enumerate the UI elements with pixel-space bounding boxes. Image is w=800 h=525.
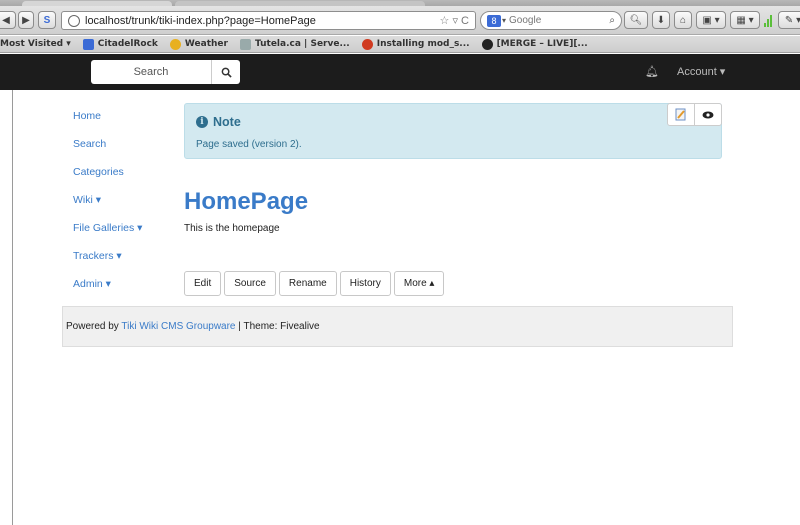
bookmark-label: Weather	[184, 39, 228, 49]
weather-icon	[169, 38, 181, 50]
home-button[interactable]: ⌂	[674, 11, 692, 29]
bookmark-item[interactable]: Tutela.ca | Serve...	[239, 38, 350, 50]
note-message: Page saved (version 2).	[196, 139, 302, 150]
github-icon	[481, 38, 493, 50]
sidebar-item-wiki[interactable]: Wiki ▾	[73, 194, 101, 206]
sidebar-item-home[interactable]: Home	[73, 110, 101, 122]
star-reload-icons[interactable]: ☆ ▿ C	[440, 14, 469, 27]
watch-button[interactable]	[694, 103, 722, 126]
google-icon: 8	[487, 14, 501, 27]
window-edge	[12, 54, 13, 525]
eye-icon	[702, 111, 714, 118]
chevron-down-icon: ▾	[502, 16, 507, 25]
note-title: Note	[213, 115, 241, 129]
page-title: HomePage	[184, 188, 309, 215]
note-alert: i Note Page saved (version 2).	[184, 103, 722, 159]
search-go-button[interactable]: 🔍︎	[624, 11, 648, 29]
magnifier-icon: 🔍︎	[629, 14, 643, 26]
screen-icon: ▣ ▾	[702, 14, 720, 26]
s-logo-icon: S	[43, 14, 51, 26]
bookmark-label: Most Visited ▾	[0, 39, 71, 49]
search-placeholder: Google	[509, 15, 542, 26]
sidebar-item-trackers[interactable]: Trackers ▾	[73, 250, 122, 262]
citadel-icon	[82, 38, 94, 50]
url-bar[interactable]: localhost/trunk/tiki-index.php?page=Home…	[61, 11, 476, 30]
more-button[interactable]: More ▴	[393, 271, 445, 296]
feather-icon	[361, 38, 373, 50]
bookmark-label: [MERGE – LIVE][...	[496, 39, 588, 49]
page-actions: Edit Source Rename History More ▴	[184, 271, 445, 296]
tiki-link[interactable]: Tiki Wiki CMS Groupware	[121, 321, 235, 332]
bookmarks-bar: Most Visited ▾ CitadelRock Weather Tutel…	[0, 36, 800, 53]
forward-button[interactable]: ▶	[18, 11, 34, 29]
globe-icon	[68, 14, 80, 27]
footer-text: Powered by Tiki Wiki CMS Groupware | The…	[66, 321, 320, 332]
menu-button[interactable]: ✎ ▾	[778, 11, 800, 29]
extension-button[interactable]: ▦ ▾	[730, 11, 760, 29]
history-button[interactable]: History	[339, 271, 391, 296]
rename-button[interactable]: Rename	[278, 271, 337, 296]
site-search-input[interactable]: Search	[91, 60, 211, 84]
edit-button[interactable]: Edit	[184, 271, 222, 296]
site-identity-button[interactable]: S	[38, 11, 56, 29]
sidebar-item-file-galleries[interactable]: File Galleries ▾	[73, 222, 142, 234]
back-arrow-icon: ◀	[2, 14, 10, 26]
signal-icon	[764, 13, 774, 27]
footer-prefix: Powered by	[66, 321, 122, 332]
footer-suffix: | Theme: Fivealive	[235, 321, 320, 332]
account-menu[interactable]: Account ▾	[677, 65, 725, 78]
edit-page-icon-button[interactable]	[667, 103, 695, 126]
forward-arrow-icon: ▶	[22, 14, 30, 26]
download-icon: ⬇	[656, 14, 666, 26]
grid-icon: ▦ ▾	[736, 14, 754, 26]
tutela-icon	[239, 38, 251, 50]
search-icon	[221, 67, 232, 78]
info-icon: i	[196, 116, 208, 128]
note-heading: i Note	[196, 115, 241, 129]
bookmark-item[interactable]: [MERGE – LIVE][...	[481, 38, 588, 50]
home-icon: ⌂	[679, 14, 687, 26]
bookmark-item[interactable]: Most Visited ▾	[0, 39, 71, 49]
bookmark-label: Installing mod_s...	[376, 39, 470, 49]
footer: Powered by Tiki Wiki CMS Groupware | The…	[62, 306, 733, 347]
sidebar-item-categories[interactable]: Categories	[73, 166, 124, 178]
edit-page-icon	[675, 108, 686, 121]
extension-button[interactable]: ▣ ▾	[696, 11, 726, 29]
menu-icon: ✎ ▾	[784, 14, 800, 26]
source-button[interactable]: Source	[224, 271, 276, 296]
magnifier-icon[interactable]: ⌕	[609, 15, 615, 26]
downloads-button[interactable]: ⬇	[652, 11, 670, 29]
sidebar-item-admin[interactable]: Admin ▾	[73, 278, 111, 290]
bookmark-label: Tutela.ca | Serve...	[254, 39, 350, 49]
site-search-button[interactable]	[211, 60, 240, 84]
url-text: localhost/trunk/tiki-index.php?page=Home…	[85, 14, 316, 27]
sidebar-item-search[interactable]: Search	[73, 138, 106, 150]
bookmark-label: CitadelRock	[97, 39, 158, 49]
bookmark-item[interactable]: CitadelRock	[82, 38, 158, 50]
bell-icon[interactable]: 🔔︎	[645, 65, 659, 78]
back-button[interactable]: ◀	[0, 11, 16, 29]
bookmark-item[interactable]: Installing mod_s...	[361, 38, 470, 50]
page-body: This is the homepage	[184, 223, 280, 234]
browser-search-field[interactable]: 8 ▾ Google ⌕	[480, 11, 622, 30]
bookmark-item[interactable]: Weather	[169, 38, 228, 50]
